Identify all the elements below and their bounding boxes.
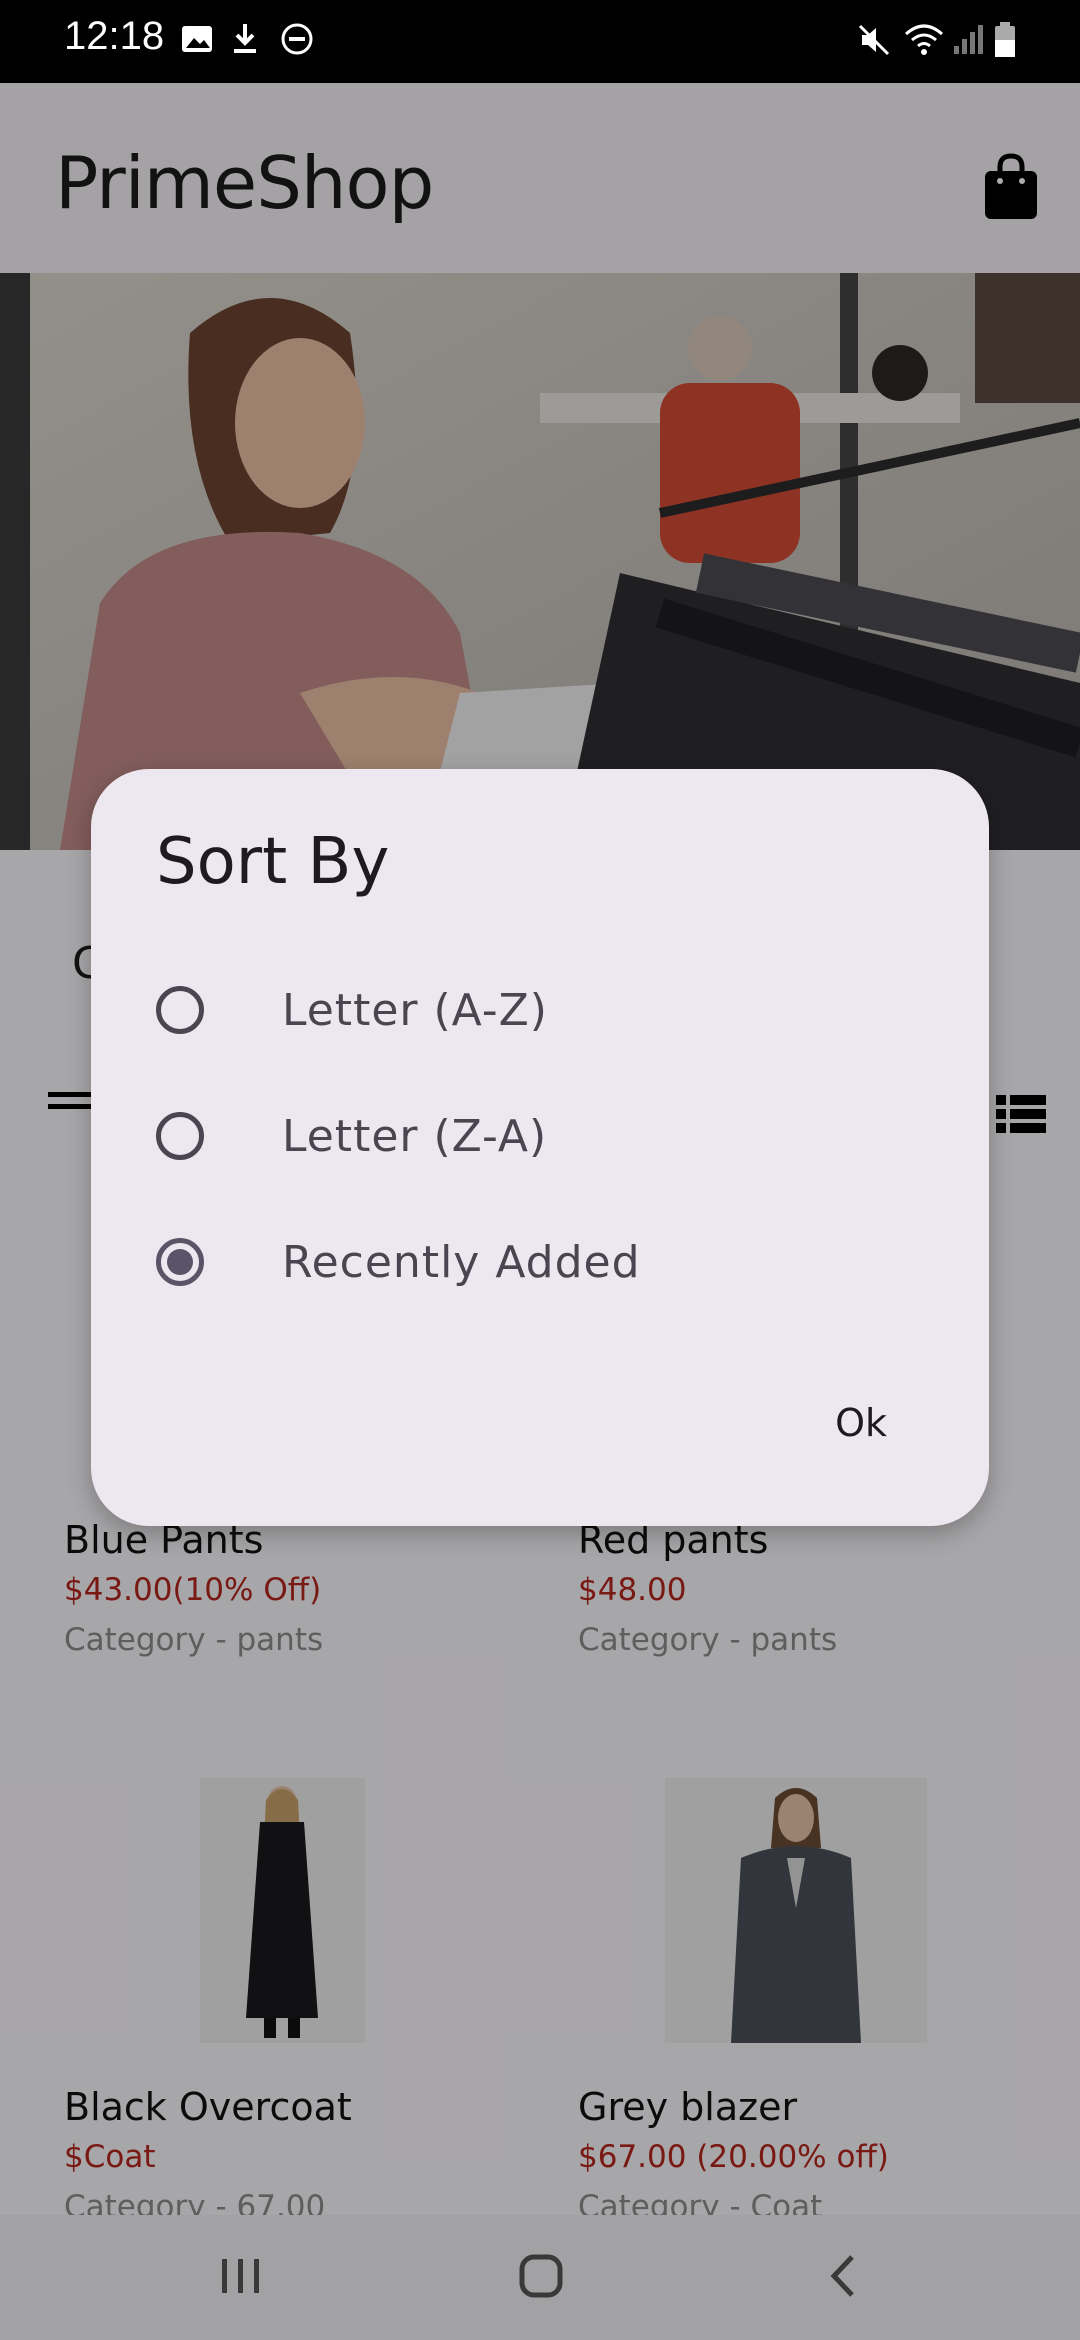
- sort-dialog: Sort By Letter (A-Z) Letter (Z-A) Recent…: [91, 769, 989, 1526]
- option-label: Letter (Z-A): [282, 1110, 548, 1162]
- gallery-icon: [182, 26, 212, 52]
- sort-option-a-z[interactable]: Letter (A-Z): [156, 955, 936, 1065]
- status-bar: 12:18: [0, 0, 1080, 83]
- radio-button-checked[interactable]: [156, 1238, 204, 1286]
- option-label: Letter (A-Z): [282, 984, 548, 1036]
- option-label: Recently Added: [282, 1236, 641, 1288]
- radio-dot: [167, 1249, 193, 1275]
- wifi-icon: [905, 24, 943, 55]
- ok-button[interactable]: Ok: [835, 1401, 887, 1445]
- battery-icon: [995, 22, 1015, 57]
- radio-button[interactable]: [156, 986, 204, 1034]
- status-time: 12:18: [64, 14, 165, 58]
- dnd-icon: [281, 23, 313, 55]
- download-icon: [234, 24, 256, 53]
- dialog-title: Sort By: [156, 825, 390, 899]
- signal-icon: [954, 25, 983, 54]
- radio-button[interactable]: [156, 1112, 204, 1160]
- sort-option-recently-added[interactable]: Recently Added: [156, 1207, 936, 1317]
- mute-icon: [858, 24, 890, 56]
- sort-option-z-a[interactable]: Letter (Z-A): [156, 1081, 936, 1191]
